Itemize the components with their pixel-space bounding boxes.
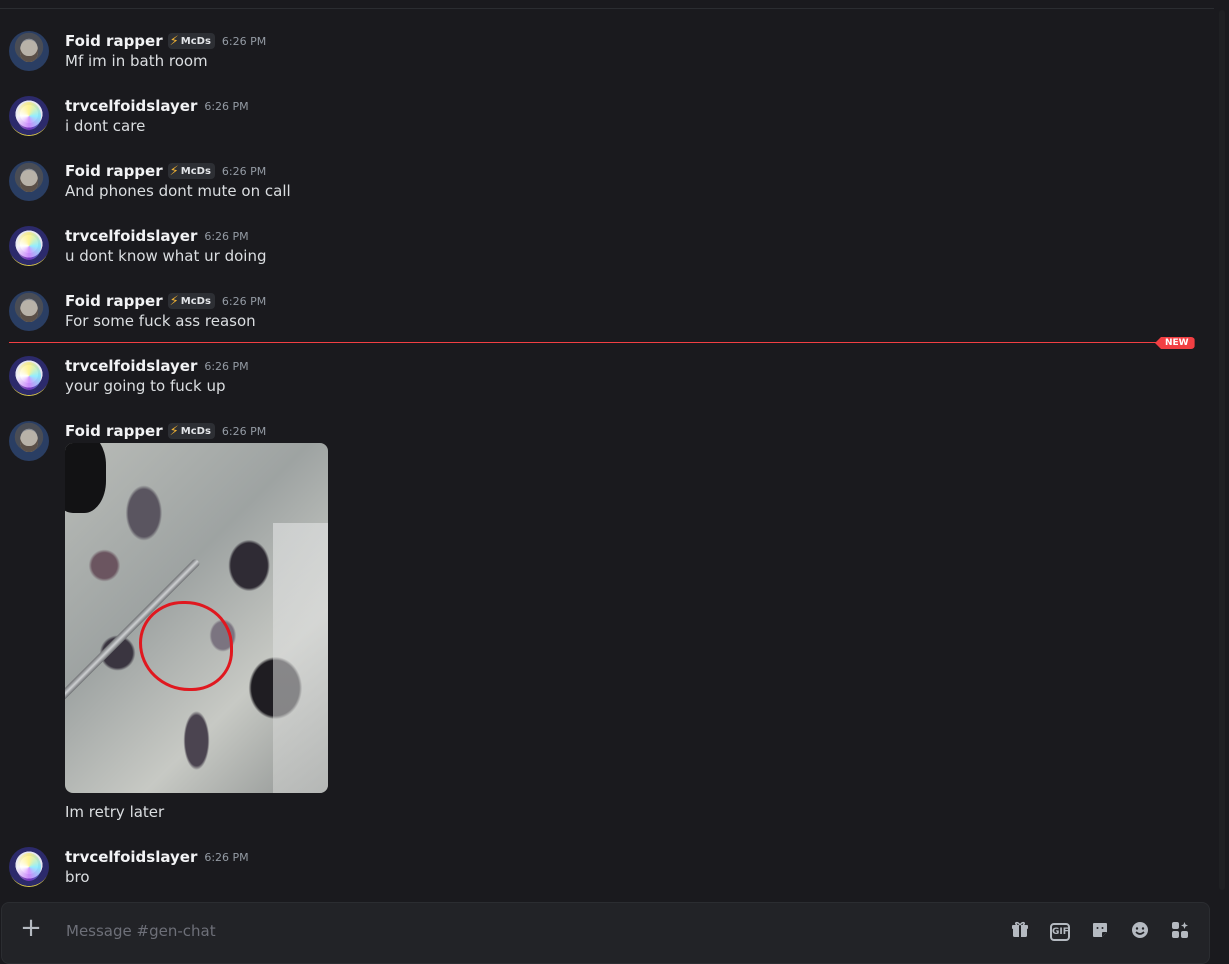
message-text: Mf im in bath room [65, 52, 208, 70]
message-text: u dont know what ur doing [65, 247, 267, 265]
avatar[interactable] [9, 291, 49, 331]
avatar[interactable] [9, 96, 49, 136]
username[interactable]: trvcelfoidslayer [65, 97, 197, 115]
new-messages-divider [9, 342, 1159, 343]
timestamp: 6:26 PM [221, 34, 267, 48]
username[interactable]: Foid rapper [65, 422, 163, 440]
message-composer[interactable]: + Message #gen-chat GIF [1, 902, 1210, 964]
guild-tag-label: McDs [180, 35, 211, 47]
username[interactable]: Foid rapper [65, 32, 163, 50]
guild-tag-label: McDs [180, 165, 211, 177]
new-badge: NEW [1155, 337, 1195, 349]
username[interactable]: trvcelfoidslayer [65, 227, 197, 245]
guild-tag[interactable]: ⚡ McDs [167, 33, 215, 49]
timestamp: 6:26 PM [204, 359, 249, 373]
paper-corner-shape [273, 523, 328, 793]
plus-icon[interactable]: + [20, 915, 42, 941]
avatar[interactable] [9, 31, 49, 71]
guild-tag[interactable]: ⚡ McDs [167, 423, 215, 439]
lightning-icon: ⚡ [169, 163, 179, 179]
avatar[interactable] [9, 421, 49, 461]
message-text: bro [65, 868, 90, 886]
avatar[interactable] [9, 226, 49, 266]
timestamp: 6:26 PM [204, 229, 249, 243]
avatar[interactable] [9, 356, 49, 396]
timestamp: 6:26 PM [221, 294, 267, 308]
gif-icon[interactable]: GIF [1050, 923, 1070, 941]
image-attachment[interactable] [65, 443, 328, 793]
message-text: And phones dont mute on call [65, 182, 291, 200]
username[interactable]: trvcelfoidslayer [65, 357, 197, 375]
red-circle-annotation [139, 601, 233, 691]
message-text: your going to fuck up [65, 377, 226, 395]
username[interactable]: trvcelfoidslayer [65, 848, 197, 866]
message-text: i dont care [65, 117, 146, 135]
timestamp: 6:26 PM [221, 424, 267, 438]
guild-tag-label: McDs [180, 295, 211, 307]
message-text: For some fuck ass reason [65, 312, 256, 330]
guild-tag[interactable]: ⚡ McDs [167, 163, 215, 179]
avatar[interactable] [9, 161, 49, 201]
avatar[interactable] [9, 847, 49, 887]
timestamp: 6:26 PM [204, 99, 249, 113]
timestamp: 6:26 PM [221, 164, 267, 178]
guild-tag-label: McDs [180, 425, 211, 437]
phone-case-shape [65, 443, 106, 513]
message-text: Im retry later [65, 803, 165, 821]
chat-scrollbar[interactable] [1215, 10, 1228, 900]
timestamp: 6:26 PM [204, 850, 249, 864]
username[interactable]: Foid rapper [65, 292, 163, 310]
lightning-icon: ⚡ [169, 423, 179, 439]
guild-tag[interactable]: ⚡ McDs [167, 293, 215, 309]
lightning-icon: ⚡ [169, 33, 179, 49]
lightning-icon: ⚡ [169, 293, 179, 309]
scrollbar-thumb[interactable] [1219, 10, 1225, 890]
message-input[interactable]: Message #gen-chat [66, 922, 216, 940]
top-divider [0, 0, 1214, 9]
username[interactable]: Foid rapper [65, 162, 163, 180]
